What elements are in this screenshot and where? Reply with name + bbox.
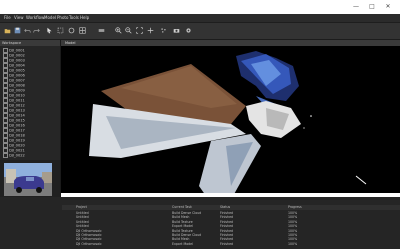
move-icon[interactable] [147, 27, 154, 34]
rotate-icon[interactable] [68, 27, 75, 34]
navigation-icon[interactable] [46, 27, 53, 34]
tab-model[interactable]: Model [65, 41, 76, 45]
camera-label: DJI_0006 [9, 73, 25, 78]
model-viewport[interactable] [61, 46, 400, 193]
camera-label: DJI_0016 [9, 123, 25, 128]
save-icon[interactable] [14, 27, 21, 34]
fit-icon[interactable] [136, 27, 143, 34]
job-status: Finished [220, 241, 234, 246]
camera-checkbox[interactable] [3, 153, 8, 158]
jobs-list: Untitled Build Dense Cloud Finished 100% Unt… [62, 211, 400, 249]
photo-thumbnail [4, 163, 52, 196]
menu-photo[interactable]: Photo [57, 15, 68, 20]
camera-label: DJI_0020 [9, 143, 25, 148]
job-progress: 100% [288, 241, 298, 246]
camera-label: DJI_0005 [9, 68, 25, 73]
camera-label: DJI_0015 [9, 118, 25, 123]
menu-model[interactable]: Model [44, 15, 56, 20]
camera-label: DJI_0022 [9, 153, 25, 158]
undo-icon[interactable] [24, 27, 31, 34]
open-icon[interactable] [4, 27, 11, 34]
camera-label: DJI_0017 [9, 128, 25, 133]
camera-label: DJI_0002 [9, 53, 25, 58]
camera-label: DJI_0008 [9, 83, 25, 88]
menu-help[interactable]: Help [80, 15, 89, 20]
3d-model-render [89, 51, 367, 193]
camera-label: DJI_0021 [9, 148, 25, 153]
camera-label: DJI_0012 [9, 103, 25, 108]
ruler-icon[interactable] [98, 27, 105, 34]
jobs-header: Project Current Task Status Progress [62, 205, 400, 210]
jobs-col-progress: Progress [288, 205, 302, 209]
camera-label: DJI_0003 [9, 58, 25, 63]
job-row[interactable]: DJI Orthomosaic Export Model Finished 100% [62, 242, 400, 246]
camera-label: DJI_0004 [9, 63, 25, 68]
jobs-col-task: Current Task [172, 205, 192, 209]
camera-label: DJI_0018 [9, 133, 25, 138]
camera-label: DJI_0009 [9, 88, 25, 93]
point-cloud-icon[interactable] [160, 27, 167, 34]
close-icon[interactable]: ✕ [384, 3, 392, 11]
camera-label: DJI_0011 [9, 98, 25, 103]
zoom-in-icon[interactable] [115, 27, 122, 34]
title-bar: — □ ✕ [0, 0, 400, 14]
workspace-header: Workspace [0, 40, 60, 46]
select-icon[interactable] [57, 27, 64, 34]
camera-label: DJI_0001 [9, 48, 25, 53]
minimize-icon[interactable]: — [352, 3, 360, 11]
jobs-col-status: Status [220, 205, 231, 209]
jobs-col-project: Project [76, 205, 87, 209]
camera-label: DJI_0013 [9, 108, 25, 113]
grid-icon[interactable] [79, 27, 86, 34]
camera-label: DJI_0007 [9, 78, 25, 83]
camera-icon[interactable] [173, 27, 180, 34]
menu-tools[interactable]: Tools [69, 15, 79, 20]
camera-label: DJI_0014 [9, 113, 25, 118]
camera-list: DJI_0001 DJI_0002 DJI_0003 DJI_0004 DJI_0005… [0, 48, 60, 158]
toolbar [0, 23, 400, 40]
zoom-out-icon[interactable] [125, 27, 132, 34]
maximize-icon[interactable]: □ [368, 3, 376, 11]
menu-file[interactable]: File [4, 15, 11, 20]
camera-label: DJI_0010 [9, 93, 25, 98]
menu-bar: File View Workflow Model Photo Tools Hel… [0, 14, 400, 23]
menu-workflow[interactable]: Workflow [26, 15, 44, 20]
redo-icon[interactable] [33, 27, 40, 34]
camera-label: DJI_0019 [9, 138, 25, 143]
settings-icon[interactable] [185, 27, 192, 34]
camera-list-item[interactable]: DJI_0022 [3, 153, 59, 158]
menu-view[interactable]: View [14, 15, 24, 20]
job-task: Export Model [172, 241, 194, 246]
job-project: DJI Orthomosaic [76, 241, 102, 246]
